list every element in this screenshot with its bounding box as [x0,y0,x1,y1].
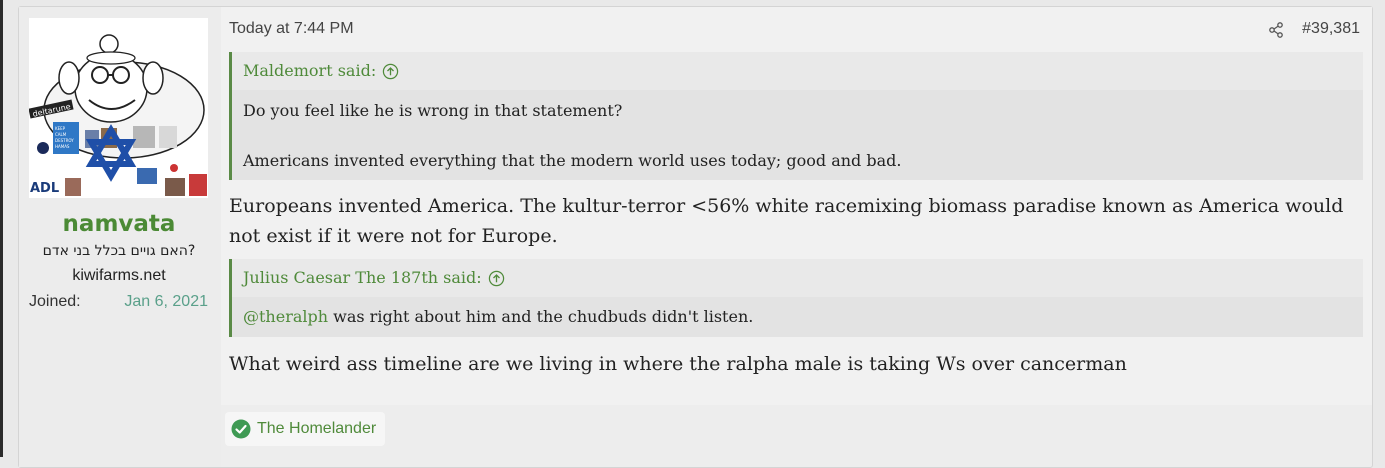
quote-header: Julius Caesar The 187th said: [232,259,1363,297]
svg-text:CALM: CALM [55,132,67,137]
quote-header: Maldemort said: [232,52,1363,90]
go-to-quote-icon[interactable] [488,270,505,287]
quote-author[interactable]: Julius Caesar The 187th said: [243,268,482,287]
user-info-panel: deltarune KEEP CALM DESTROY HAMAS ADL na… [19,7,221,467]
reaction-bar[interactable]: The Homelander [225,412,386,446]
share-icon[interactable] [1268,22,1284,38]
user-site: kiwifarms.net [72,267,166,284]
svg-text:DESTROY: DESTROY [55,138,74,143]
quote-line: Do you feel like he is wrong in that sta… [243,101,623,120]
username[interactable]: namvata [19,211,219,237]
forum-post: deltarune KEEP CALM DESTROY HAMAS ADL na… [18,6,1373,468]
post-text: Europeans invented America. The kultur-t… [229,195,1344,247]
quote-block-2: Julius Caesar The 187th said: @theralph … [229,259,1363,337]
quote-body: @theralph was right about him and the ch… [232,297,1363,337]
window-edge [0,0,3,457]
quote-text: was right about him and the chudbuds did… [328,307,754,326]
go-to-quote-icon[interactable] [382,63,399,80]
svg-text:HAMAS: HAMAS [55,144,70,149]
user-title: האם גויים בכלל בני אדם? [42,243,196,259]
post-content: Today at 7:44 PM #39,381 Maldemort said:… [221,7,1372,405]
quote-body: Do you feel like he is wrong in that sta… [232,90,1363,180]
check-circle-icon [231,419,251,439]
quote-spacer [243,123,1363,148]
quote-line: Americans invented everything that the m… [243,151,902,170]
post-text: What weird ass timeline are we living in… [229,353,1127,375]
post-number-link[interactable]: #39,381 [1302,20,1360,38]
avatar-image: deltarune KEEP CALM DESTROY HAMAS ADL [29,18,208,198]
avatar-adl-text: ADL [30,181,59,196]
user-avatar[interactable]: deltarune KEEP CALM DESTROY HAMAS ADL [29,18,208,198]
post-timestamp[interactable]: Today at 7:44 PM [229,20,354,38]
joined-label: Joined: [29,293,81,310]
reaction-user-name[interactable]: The Homelander [257,420,376,438]
quote-author[interactable]: Maldemort said: [243,61,376,80]
quote-line: @theralph was right about him and the ch… [243,297,1363,337]
user-mention-link[interactable]: @theralph [243,307,328,326]
svg-text:KEEP: KEEP [55,126,66,131]
joined-date: Jan 6, 2021 [124,293,208,310]
quote-block-1: Maldemort said: Do you feel like he is w… [229,52,1363,180]
